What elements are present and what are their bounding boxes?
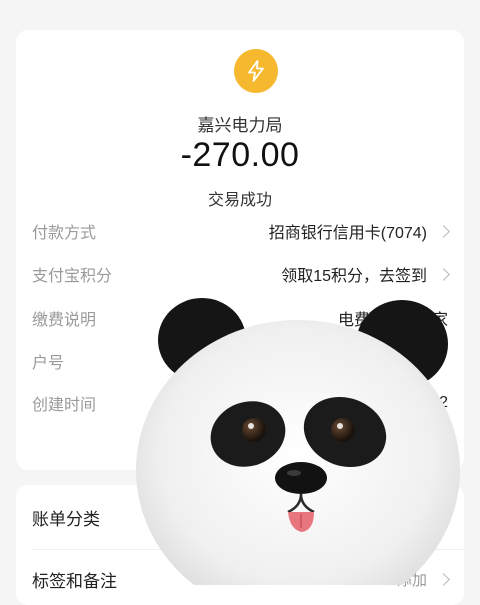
detail-row-payment-method[interactable]: 付款方式 招商银行信用卡(7074) [32,218,450,244]
transaction-status: 交易成功 [207,192,272,209]
detail-value-tail: 我家 [415,312,448,329]
lightning-icon [234,49,278,93]
chevron-right-icon [437,267,450,281]
bill-category-label: 账单分类 [32,509,100,529]
detail-row-alipay-points[interactable]: 支付宝积分 领取15积分，去签到 [32,261,450,287]
amount: -270.00 [180,136,300,174]
detail-label: 缴费说明 [32,312,97,329]
bill-extra-card: 账单分类 标签和备注 添加 [16,485,464,605]
tags-notes-label: 标签和备注 [32,571,117,591]
tags-notes-row[interactable]: 标签和备注 添加 [32,567,450,591]
chevron-right-icon [437,224,450,238]
detail-value: 领取15积分，去签到 [281,268,427,285]
divider [32,549,464,550]
detail-value: 招商银行信用卡(7074) [268,225,427,242]
merchant-name: 嘉兴电力局 [197,116,283,135]
detail-label: 创建时间 [32,397,97,414]
detail-label: 付款方式 [32,225,97,242]
detail-row-created-time: 创建时间 22 [32,390,448,416]
detail-row-account-number: 户号 [32,348,448,374]
chevron-right-icon [437,572,450,586]
detail-row-payment-note: 缴费说明 电费 我家 [32,305,448,331]
tags-add-value: 添加 [396,571,427,589]
bill-category-row[interactable]: 账单分类 [32,505,448,529]
bill-detail-card: 嘉兴电力局 -270.00 交易成功 付款方式 招商银行信用卡(7074) 支付… [16,30,464,470]
detail-value: 电费 [337,312,370,329]
detail-value: 22 [430,394,448,411]
detail-label: 支付宝积分 [32,268,113,285]
detail-label: 户号 [32,355,65,372]
